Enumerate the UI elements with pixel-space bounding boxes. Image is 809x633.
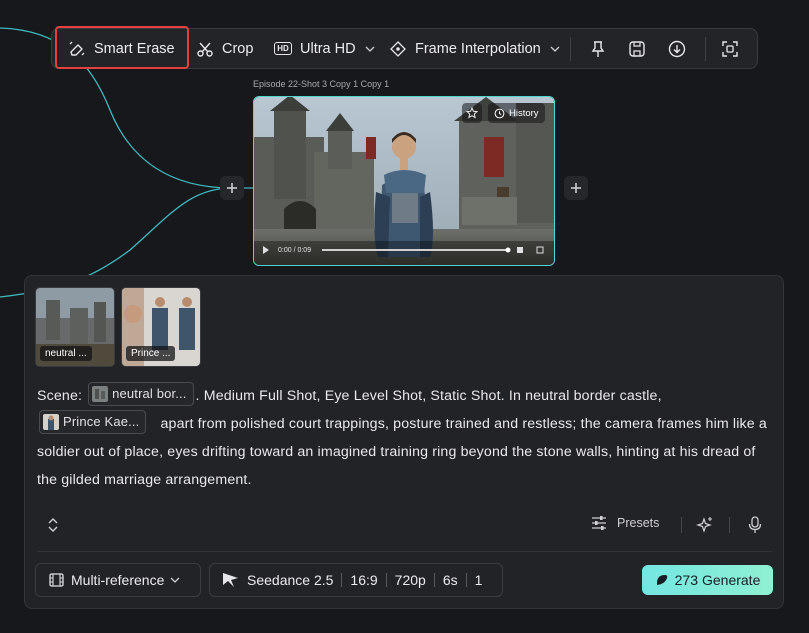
video-preview[interactable]: 0:00 / 0:09 History <box>253 96 555 266</box>
mode-label: Multi-reference <box>71 572 165 588</box>
chevron-down-icon <box>170 577 180 583</box>
scissors-icon <box>196 40 214 58</box>
download-icon[interactable] <box>667 39 687 59</box>
castle-chip-label: neutral bor... <box>112 386 187 402</box>
credits-icon <box>656 575 667 585</box>
history-button[interactable]: History <box>488 103 545 123</box>
microphone-icon[interactable] <box>745 515 765 535</box>
prince-thumbnail-icon <box>43 414 59 431</box>
expand-collapse-icon[interactable] <box>45 516 61 534</box>
favorite-button[interactable] <box>462 103 482 123</box>
model-label: Seedance 2.5 <box>247 572 334 588</box>
ultra-hd-label: Ultra HD <box>300 40 356 57</box>
node-title: Episode 22-Shot 3 Copy 1 Copy 1 <box>253 79 390 89</box>
prompt-text-2: apart from polished court trappings, pos… <box>37 416 767 488</box>
prompt-text-1: . Medium Full Shot, Eye Level Shot, Stat… <box>195 388 662 404</box>
plus-icon <box>227 183 237 193</box>
image-toolbar: Smart Erase Crop HD Ultra HD Frame Inter… <box>51 26 758 69</box>
credits-count: 273 <box>674 572 698 588</box>
mode-dropdown[interactable]: Multi-reference <box>35 563 201 597</box>
save-image-icon[interactable] <box>627 39 647 59</box>
add-input-button[interactable] <box>220 176 244 200</box>
plus-icon <box>571 183 581 193</box>
video-time: 0:00 / 0:09 <box>278 247 312 254</box>
castle-thumbnail-icon <box>92 386 109 403</box>
chevron-down-icon <box>550 46 560 52</box>
prompt-panel: neutral ... Prince ... Scene: neutral bo… <box>24 275 784 609</box>
presets-button[interactable]: Presets <box>591 516 659 530</box>
prince-reference-chip[interactable]: Prince Kae... <box>39 410 147 435</box>
pin-icon[interactable] <box>588 39 608 59</box>
frame-interpolation-label: Frame Interpolation <box>415 40 541 57</box>
history-label: History <box>509 107 539 119</box>
seedance-logo-icon <box>223 573 238 587</box>
film-icon <box>49 573 64 587</box>
prince-chip-label: Prince Kae... <box>63 414 140 430</box>
scene-label: Scene: <box>37 388 83 404</box>
magic-sparkle-icon[interactable] <box>695 515 715 535</box>
duration-label: 6s <box>442 572 458 588</box>
history-icon <box>494 108 505 118</box>
reference-label: neutral ... <box>40 346 92 361</box>
ultra-hd-dropdown[interactable]: HD Ultra HD <box>274 29 375 68</box>
castle-reference-chip[interactable]: neutral bor... <box>88 382 194 407</box>
chevron-down-icon <box>365 46 375 52</box>
hd-icon: HD <box>274 40 292 58</box>
crop-button[interactable]: Crop <box>196 29 253 68</box>
generate-label: Generate <box>701 572 761 588</box>
reference-thumbnail-castle[interactable]: neutral ... <box>35 287 115 367</box>
diamond-dot-icon <box>389 40 407 58</box>
smart-erase-label: Smart Erase <box>94 40 175 57</box>
presets-label: Presets <box>617 516 660 530</box>
ratio-label: 16:9 <box>350 572 378 588</box>
resolution-label: 720p <box>394 572 426 588</box>
star-icon <box>466 107 478 119</box>
fullscreen-icon[interactable] <box>720 39 740 59</box>
reference-thumbnail-prince[interactable]: Prince ... <box>121 287 201 367</box>
crop-label: Crop <box>222 40 254 57</box>
smart-erase-button[interactable]: Smart Erase <box>68 29 175 68</box>
eraser-icon <box>68 40 86 58</box>
sliders-icon <box>592 516 606 530</box>
generate-button[interactable]: 273 Generate <box>642 565 773 595</box>
frame-interpolation-dropdown[interactable]: Frame Interpolation <box>389 29 560 68</box>
add-output-button[interactable] <box>564 176 588 200</box>
reference-label: Prince ... <box>126 346 176 361</box>
count-label: 1 <box>474 572 483 588</box>
prompt-text[interactable]: Scene: neutral bor... . Medium Full Shot,… <box>37 382 772 494</box>
model-settings-button[interactable]: Seedance 2.5 16:9 720p 6s 1 <box>209 563 503 597</box>
